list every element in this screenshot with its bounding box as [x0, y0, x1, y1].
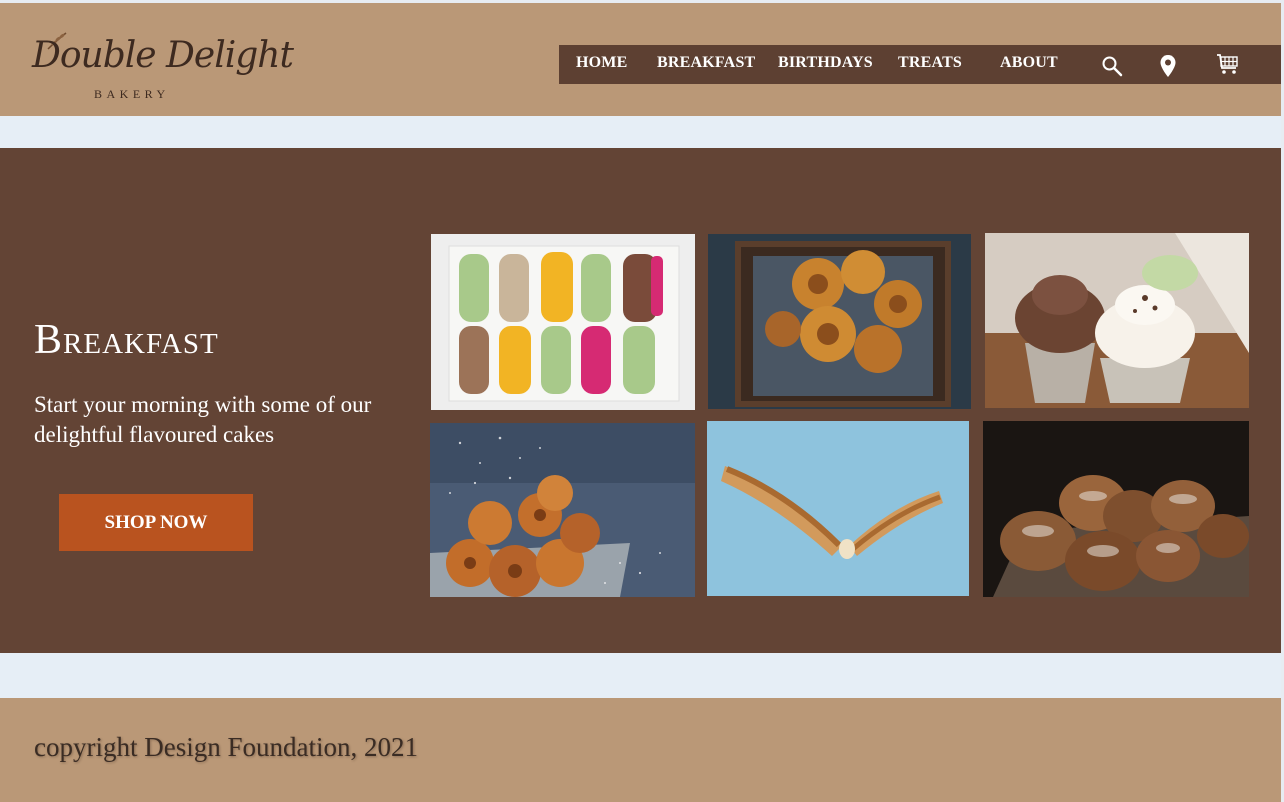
nav-item-birthdays[interactable]: BIRTHDAYS	[778, 54, 873, 72]
site-header: Double Delight BAKERY HOME BREAKFAST BIR…	[0, 3, 1281, 116]
brand-tagline: BAKERY	[94, 87, 170, 101]
location-pin-icon[interactable]	[1159, 54, 1177, 78]
baguette-photo[interactable]	[707, 421, 969, 596]
main-nav: HOME BREAKFAST BIRTHDAYS TREATS ABOUT	[559, 45, 1281, 84]
bundt-cakes-photo[interactable]	[430, 423, 695, 597]
macarons-photo[interactable]	[431, 234, 695, 410]
nav-item-about[interactable]: ABOUT	[1000, 54, 1058, 72]
hero-subtitle: Start your morning with some of our deli…	[34, 392, 372, 447]
hero-title: Breakfast	[34, 317, 219, 363]
bread-loaves-photo[interactable]	[983, 421, 1249, 597]
nav-item-breakfast[interactable]: BREAKFAST	[657, 54, 755, 72]
brand-name: Double Delight	[32, 35, 294, 76]
shopping-cart-icon[interactable]	[1215, 52, 1241, 76]
brand-logo[interactable]: Double Delight BAKERY	[32, 31, 294, 106]
copyright-text: copyright Design Foundation, 2021	[34, 732, 418, 762]
cinnamon-buns-photo[interactable]	[708, 234, 971, 409]
site-footer: copyright Design Foundation, 2021	[0, 698, 1281, 802]
search-icon[interactable]	[1101, 55, 1123, 77]
nav-item-treats[interactable]: TREATS	[898, 54, 962, 72]
cupcakes-photo[interactable]	[985, 233, 1249, 408]
hero-section: Breakfast Start your morning with some o…	[0, 148, 1281, 653]
shop-now-button[interactable]: SHOP NOW	[59, 494, 253, 551]
nav-item-home[interactable]: HOME	[576, 54, 627, 72]
